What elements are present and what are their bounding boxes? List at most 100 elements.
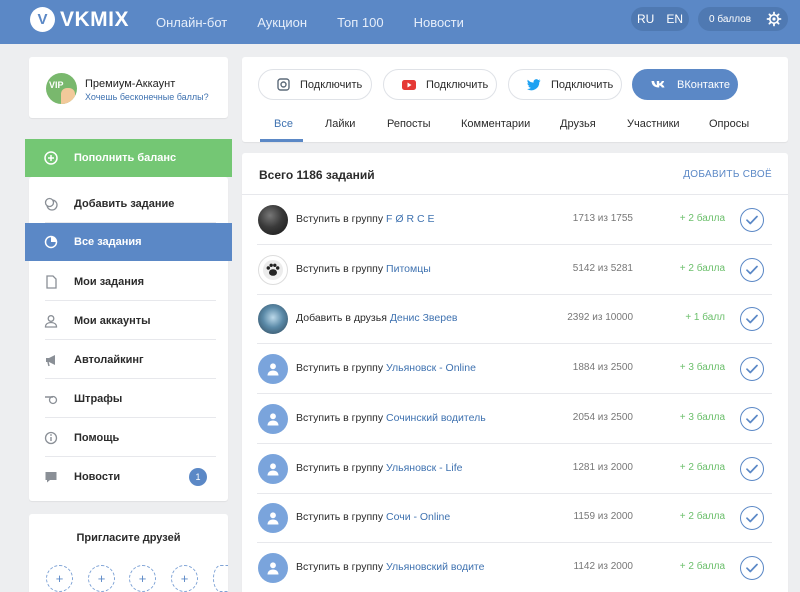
task-progress-count: 1884 из 2500 xyxy=(572,362,633,374)
connect-instagram-button[interactable]: Подключить xyxy=(258,69,372,100)
task-row: Вступить в группу Сочи - Online 1159 из 2… xyxy=(242,493,788,544)
task-target-link[interactable]: Ульяновский водите xyxy=(386,561,484,573)
vk-account-button[interactable]: ВКонтакте xyxy=(632,69,738,100)
sidebar-item-news[interactable]: Новости 1 xyxy=(29,457,228,496)
sidebar-item-all-tasks[interactable]: Все задания xyxy=(25,223,232,261)
nav-auction[interactable]: Аукцион xyxy=(257,15,307,30)
premium-subtitle-link[interactable]: Хочешь бесконечные баллы? xyxy=(85,92,209,102)
task-description: Вступить в группу Ульяновский водите xyxy=(296,561,484,573)
sidebar-item-label: Штрафы xyxy=(74,392,123,405)
complete-task-button[interactable] xyxy=(740,307,764,332)
sidebar-item-label: Мои аккаунты xyxy=(74,314,151,327)
task-target-link[interactable]: Сочи - Online xyxy=(386,511,450,523)
sidebar-item-help[interactable]: Помощь xyxy=(29,418,228,457)
invite-slot-button[interactable] xyxy=(213,565,228,592)
invite-slot-button[interactable]: + xyxy=(171,565,198,592)
sidebar-item-label: Новости xyxy=(74,470,121,483)
group-avatar[interactable] xyxy=(258,354,288,385)
nav-online-bot[interactable]: Онлайн-бот xyxy=(156,15,227,30)
tab-comments[interactable]: Комментарии xyxy=(461,118,530,130)
logo-icon: V xyxy=(30,7,55,32)
check-icon xyxy=(746,563,758,573)
group-avatar[interactable] xyxy=(258,254,288,285)
vk-label: ВКонтакте xyxy=(677,78,730,91)
sidebar-item-my-tasks[interactable]: Мои задания xyxy=(29,262,228,301)
task-description: Вступить в группу F Ø R C E xyxy=(296,213,434,225)
tab-members[interactable]: Участники xyxy=(627,118,680,130)
complete-task-button[interactable] xyxy=(740,357,764,382)
twitter-icon xyxy=(527,78,541,90)
premium-card[interactable]: VIP Премиум-Аккаунт Хочешь бесконечные б… xyxy=(29,57,228,118)
tab-polls[interactable]: Опросы xyxy=(709,118,749,130)
task-action: Вступить в группу xyxy=(296,411,384,424)
task-row: Вступить в группу Питомцы 5142 из 5281 + 2… xyxy=(242,245,788,295)
task-target-link[interactable]: Сочинский водитель xyxy=(386,412,486,424)
invite-slot-button[interactable]: + xyxy=(46,565,73,592)
task-target-link[interactable]: Ульяновск - Life xyxy=(386,462,462,474)
check-icon xyxy=(746,414,758,424)
tab-friends[interactable]: Друзья xyxy=(560,118,596,130)
tasks-card: Всего 1186 заданий ДОБАВИТЬ СВОЁ Вступит… xyxy=(242,153,788,592)
group-avatar[interactable] xyxy=(258,403,288,434)
tab-reposts[interactable]: Репосты xyxy=(387,118,431,130)
gear-icon[interactable] xyxy=(766,11,782,27)
add-own-task-link[interactable]: ДОБАВИТЬ СВОЁ xyxy=(683,169,772,180)
tab-all[interactable]: Все xyxy=(274,118,293,130)
complete-task-button[interactable] xyxy=(740,406,764,431)
topup-balance-button[interactable]: Пополнить баланс xyxy=(25,139,232,177)
task-action: Вступить в группу xyxy=(296,362,384,375)
complete-task-button[interactable] xyxy=(740,456,764,481)
complete-task-button[interactable] xyxy=(740,555,764,580)
complete-task-button[interactable] xyxy=(740,506,764,531)
task-reward-points: + 2 балла xyxy=(679,213,725,224)
premium-title: Премиум-Аккаунт xyxy=(85,78,176,90)
logo[interactable]: V VKMIX xyxy=(30,7,129,32)
task-action: Вступить в группу xyxy=(296,213,384,225)
sidebar-item-label: Мои задания xyxy=(74,275,145,288)
task-target-link[interactable]: Питомцы xyxy=(386,263,431,275)
sidebar-item-fines[interactable]: Штрафы xyxy=(29,379,228,418)
lang-ru[interactable]: RU xyxy=(637,12,654,26)
invite-slot-button[interactable]: + xyxy=(129,565,156,592)
task-target-link[interactable]: F Ø R C E xyxy=(386,213,434,225)
coins-icon xyxy=(44,197,58,211)
group-avatar[interactable] xyxy=(258,453,288,484)
instagram-icon xyxy=(277,78,290,91)
check-icon xyxy=(746,315,758,324)
task-target-link[interactable]: Денис Зверев xyxy=(390,312,458,324)
connect-twitter-button[interactable]: Подключить xyxy=(508,69,622,100)
megaphone-icon xyxy=(46,354,55,366)
user-avatar[interactable] xyxy=(258,304,288,335)
plus-circle-icon xyxy=(44,151,58,165)
document-icon xyxy=(46,274,57,289)
tab-likes[interactable]: Лайки xyxy=(325,118,355,130)
task-description: Вступить в группу Сочи - Online xyxy=(296,511,450,523)
vip-avatar: VIP xyxy=(46,73,77,104)
lang-en[interactable]: EN xyxy=(666,12,683,26)
group-avatar[interactable] xyxy=(258,552,288,583)
sidebar-item-label: Все задания xyxy=(74,236,142,248)
connect-youtube-button[interactable]: Подключить xyxy=(383,69,497,100)
balance-pill[interactable]: 0 баллов xyxy=(698,7,788,31)
invite-title: Пригласите друзей xyxy=(76,532,181,544)
invite-slot-button[interactable]: + xyxy=(88,565,115,592)
sidebar-item-my-accounts[interactable]: Мои аккаунты xyxy=(29,301,228,340)
check-icon xyxy=(746,464,758,473)
task-progress-count: 2392 из 10000 xyxy=(567,312,633,324)
task-reward-points: + 1 балл xyxy=(685,312,725,324)
language-switch: RU EN xyxy=(631,7,689,31)
nav-top-100[interactable]: Топ 100 xyxy=(337,15,384,30)
nav-news[interactable]: Новости xyxy=(414,15,464,30)
task-target-link[interactable]: Ульяновск - Online xyxy=(386,362,476,374)
complete-task-button[interactable] xyxy=(740,257,764,282)
task-reward-points: + 2 балла xyxy=(679,511,725,523)
group-avatar[interactable] xyxy=(258,205,288,235)
complete-task-button[interactable] xyxy=(740,208,764,232)
group-avatar[interactable] xyxy=(258,503,288,534)
sidebar-item-autoliking[interactable]: Автолайкинг xyxy=(29,340,228,379)
task-description: Вступить в группу Питомцы xyxy=(296,263,431,275)
topup-label: Пополнить баланс xyxy=(74,152,177,164)
task-action: Вступить в группу xyxy=(296,262,384,275)
sidebar-item-add-task[interactable]: Добавить задание xyxy=(29,184,228,223)
check-icon xyxy=(746,513,758,523)
